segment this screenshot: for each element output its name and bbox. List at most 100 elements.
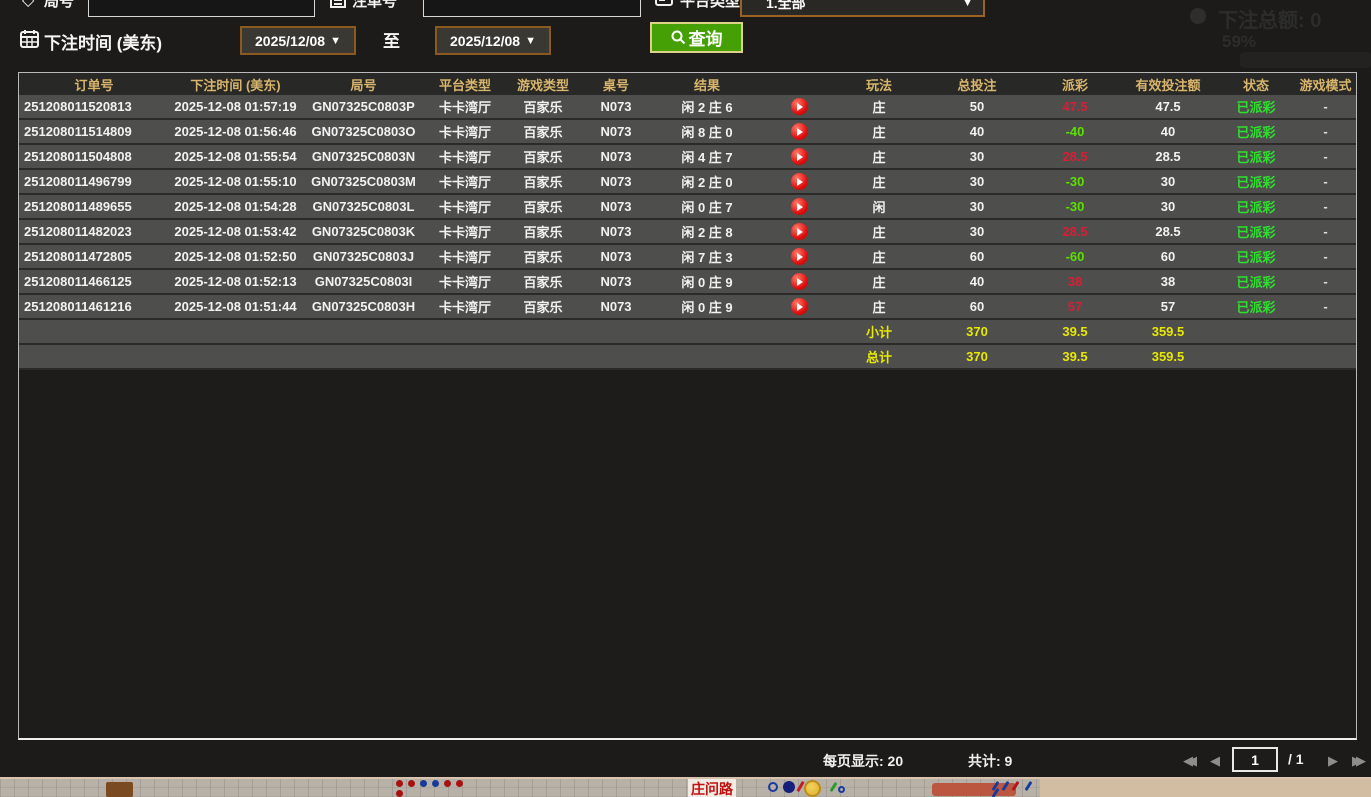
bg-marker xyxy=(106,782,133,797)
replay-play-icon[interactable] xyxy=(790,198,808,215)
table-row: 251208011472805 2025-12-08 01:52:50 GN07… xyxy=(19,245,1356,270)
replay-play-icon[interactable] xyxy=(790,173,808,190)
col-header-valid: 有效投注额 xyxy=(1135,77,1201,93)
cell-valid-bet: 28.5 xyxy=(1155,149,1181,164)
chevron-down-icon: ▼ xyxy=(962,0,973,9)
cell-round: GN07325C0803O xyxy=(311,124,416,139)
table-body: 251208011520813 2025-12-08 01:57:19 GN07… xyxy=(19,95,1356,320)
round-no-label: 局号 xyxy=(44,0,75,10)
replay-play-icon[interactable] xyxy=(790,273,808,290)
road-symbol-circle xyxy=(768,782,778,792)
table-row: 251208011482023 2025-12-08 01:53:42 GN07… xyxy=(19,220,1356,245)
cell-status: 已派彩 xyxy=(1236,200,1276,215)
road-mark xyxy=(1024,780,1033,792)
ticket-no-label: 注单号 xyxy=(352,0,398,10)
grand-total-valid: 359.5 xyxy=(1151,349,1185,364)
col-header-table: 桌号 xyxy=(602,77,629,93)
table-row: 251208011514809 2025-12-08 01:56:46 GN07… xyxy=(19,120,1356,145)
cell-valid-bet: 30 xyxy=(1160,199,1176,214)
cell-platform: 卡卡湾厅 xyxy=(438,250,491,265)
page-number-input[interactable] xyxy=(1232,747,1278,772)
cell-total-bet: 40 xyxy=(969,274,985,289)
date-from-select[interactable]: 2025/12/08 ▼ xyxy=(240,26,356,55)
cell-status: 已派彩 xyxy=(1236,225,1276,240)
col-header-replay xyxy=(763,73,835,95)
cell-bet-type: 庄 xyxy=(872,100,886,115)
cell-round: GN07325C0803H xyxy=(311,299,416,314)
total-count-label: 共计: 9 xyxy=(968,753,1013,769)
table-row: 251208011496799 2025-12-08 01:55:10 GN07… xyxy=(19,170,1356,195)
col-header-game: 游戏类型 xyxy=(516,77,569,93)
cell-total-bet: 30 xyxy=(969,224,985,239)
replay-play-icon[interactable] xyxy=(790,223,808,240)
cell-platform: 卡卡湾厅 xyxy=(438,175,491,190)
first-page-button[interactable]: ◀◀ xyxy=(1183,753,1197,769)
faint-bg-dot xyxy=(1190,8,1206,24)
date-to-value: 2025/12/08 xyxy=(450,32,521,49)
replay-play-icon[interactable] xyxy=(790,123,808,140)
cell-valid-bet: 28.5 xyxy=(1155,224,1181,239)
cell-game: 百家乐 xyxy=(523,100,563,115)
cell-total-bet: 60 xyxy=(969,299,985,314)
cell-platform: 卡卡湾厅 xyxy=(438,150,491,165)
subtotal-valid: 359.5 xyxy=(1151,324,1185,339)
cell-bet-type: 庄 xyxy=(872,225,886,240)
cell-result: 闲 8 庄 0 xyxy=(681,125,733,140)
table-header-row: 订单号 下注时间 (美东) 局号 平台类型 游戏类型 桌号 结果 玩法 总投注 … xyxy=(19,73,1356,95)
cell-table-no: N073 xyxy=(600,99,632,114)
query-button[interactable]: 查询 xyxy=(650,22,743,53)
background-game-strip: 庄问路 xyxy=(0,779,1371,797)
cell-payout: -60 xyxy=(1065,249,1085,264)
col-header-result: 结果 xyxy=(693,77,720,93)
prev-page-button[interactable]: ◀ xyxy=(1210,753,1220,769)
platform-type-select[interactable]: 1.全部 ▼ xyxy=(740,0,985,17)
next-page-button[interactable]: ▶ xyxy=(1328,753,1338,769)
road-dot xyxy=(444,780,451,787)
ticket-no-input[interactable] xyxy=(423,0,641,17)
cell-time: 2025-12-08 01:53:42 xyxy=(174,224,297,239)
cell-game-mode: - xyxy=(1323,274,1328,289)
road-dot xyxy=(420,780,427,787)
calendar-icon xyxy=(20,29,39,53)
cell-total-bet: 30 xyxy=(969,199,985,214)
col-header-bet-type: 玩法 xyxy=(865,77,892,93)
table-row: 251208011520813 2025-12-08 01:57:19 GN07… xyxy=(19,95,1356,120)
cell-status: 已派彩 xyxy=(1236,275,1276,290)
replay-play-icon[interactable] xyxy=(790,298,808,315)
cell-payout: -40 xyxy=(1065,124,1085,139)
replay-play-icon[interactable] xyxy=(790,248,808,265)
cell-result: 闲 2 庄 8 xyxy=(681,225,733,240)
page-total-label: / 1 xyxy=(1288,751,1304,767)
chevron-down-icon: ▼ xyxy=(330,34,341,47)
platform-type-value: 1.全部 xyxy=(766,0,806,11)
cell-time: 2025-12-08 01:54:28 xyxy=(174,199,297,214)
cell-game-mode: - xyxy=(1323,299,1328,314)
cell-payout: 38 xyxy=(1067,274,1083,289)
cell-game-mode: - xyxy=(1323,149,1328,164)
replay-play-icon[interactable] xyxy=(790,98,808,115)
cell-payout: 57 xyxy=(1067,299,1083,314)
cell-game-mode: - xyxy=(1323,199,1328,214)
cell-round: GN07325C0803P xyxy=(312,99,415,114)
cell-game: 百家乐 xyxy=(523,200,563,215)
faint-bg-box xyxy=(1240,52,1371,68)
replay-play-icon[interactable] xyxy=(790,148,808,165)
col-header-round: 局号 xyxy=(350,77,377,93)
cell-payout: 47.5 xyxy=(1062,99,1088,114)
cell-result: 闲 0 庄 7 xyxy=(681,200,733,215)
col-header-total: 总投注 xyxy=(957,77,997,93)
cell-bet-type: 庄 xyxy=(872,150,886,165)
last-page-button[interactable]: ▶▶ xyxy=(1352,753,1366,769)
cell-payout: -30 xyxy=(1065,199,1085,214)
cell-platform: 卡卡湾厅 xyxy=(438,125,491,140)
cell-platform: 卡卡湾厅 xyxy=(438,275,491,290)
road-dot xyxy=(432,780,439,787)
cell-valid-bet: 30 xyxy=(1160,174,1176,189)
date-to-select[interactable]: 2025/12/08 ▼ xyxy=(435,26,551,55)
cell-status: 已派彩 xyxy=(1236,125,1276,140)
road-symbol-filled xyxy=(783,781,795,793)
cell-table-no: N073 xyxy=(600,199,632,214)
cell-game: 百家乐 xyxy=(523,250,563,265)
round-no-input[interactable] xyxy=(88,0,315,17)
cell-order: 251208011466125 xyxy=(24,274,132,289)
